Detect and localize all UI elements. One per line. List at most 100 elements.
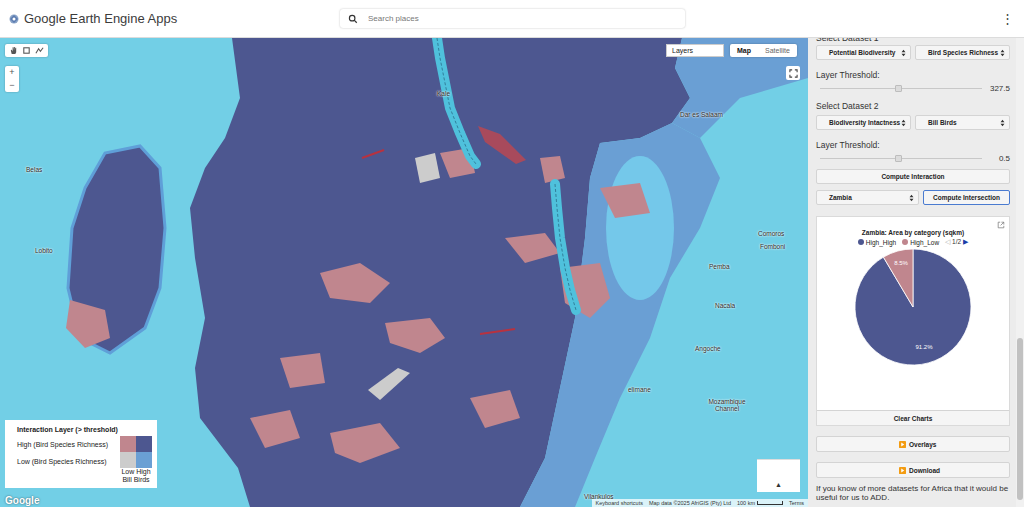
scale-bar — [757, 501, 783, 505]
pager-next-button[interactable]: ▶ — [963, 238, 968, 246]
footer-note: If you know of more datasets for Africa … — [816, 484, 1010, 502]
scrollbar[interactable] — [1016, 38, 1024, 507]
search-box[interactable]: Search places — [340, 9, 685, 28]
threshold-value: 0.5 — [986, 154, 1010, 163]
pager-prev-button[interactable]: ◁ — [945, 238, 950, 246]
chart-legend: High_High High_Low ◁1/2▶ — [858, 238, 968, 246]
legend-axis-caption: Bill Birds — [122, 476, 149, 484]
place-label: Mozambique Channel — [706, 398, 748, 413]
search-placeholder: Search places — [368, 14, 419, 23]
legend-swatch — [120, 436, 136, 452]
dataset-heading: Select Dataset 1 — [816, 38, 1010, 44]
dropdown-arrows-icon — [909, 194, 914, 202]
chart-legend-item: High_Low — [902, 239, 939, 246]
chart-pager: ◁1/2▶ — [945, 238, 968, 246]
threshold-label: Layer Threshold: — [816, 139, 1010, 151]
place-label: Lobito — [35, 247, 53, 254]
brand[interactable]: Google Earth Engine Apps — [8, 11, 340, 26]
dropdown-arrows-icon — [901, 119, 906, 127]
pie-chart: 91.2% 8.5% — [833, 247, 993, 367]
scroll-thumb[interactable] — [1017, 338, 1023, 500]
chart-legend-item: High_High — [858, 239, 896, 246]
layer-select[interactable]: Bird Species Richness — [915, 45, 1010, 60]
place-label: Dar es Salaam — [680, 111, 723, 118]
map-type-button[interactable]: Map — [730, 44, 758, 57]
attribution-bar: Keyboard shortcuts Map data ©2025 AfriGIS… — [592, 499, 808, 507]
collapsible-section[interactable]: Overlays — [816, 436, 1010, 452]
threshold-label: Layer Threshold: — [816, 69, 1010, 81]
pie-slice[interactable] — [855, 249, 971, 365]
threshold-value: 327.5 — [986, 84, 1010, 93]
magnifier-icon — [348, 14, 358, 24]
app-title: Google Earth Engine Apps — [24, 11, 177, 26]
more-menu-button[interactable]: ⋮ — [999, 11, 1016, 26]
shape-icon[interactable] — [22, 46, 31, 55]
layer-select[interactable]: Bill Birds — [915, 115, 1010, 130]
slider-thumb[interactable] — [895, 85, 902, 92]
google-logo: Google — [5, 495, 39, 506]
slider-thumb[interactable] — [895, 155, 902, 162]
map[interactable]: Kale Dar es Salaam Comoros Fomboni Pemba Naca… — [0, 38, 808, 507]
map-type-button[interactable]: Satellite — [758, 44, 797, 57]
hand-icon[interactable] — [9, 46, 18, 55]
chart-title: Zambia: Area by category (sqkm) — [862, 229, 964, 236]
dropdown-arrows-icon — [1000, 49, 1005, 57]
region-select[interactable]: Zambia — [816, 190, 919, 205]
dropdown-arrows-icon — [1000, 119, 1005, 127]
place-label: Nacala — [715, 302, 735, 309]
category-select[interactable]: Potential Biodiversity — [816, 45, 911, 60]
legend-title: Interaction Layer (> threshold) — [17, 426, 152, 433]
expand-arrow-icon — [899, 467, 906, 474]
side-panel: Select Dataset 1Potential Biodiversity Bi… — [808, 38, 1024, 507]
place-label: Angoche — [695, 345, 721, 352]
place-label: elimane — [628, 386, 651, 393]
legend-columns-caption: Low High — [121, 468, 150, 476]
chart-card: Zambia: Area by category (sqkm) High_High… — [816, 216, 1010, 426]
zoom-button[interactable]: + — [5, 66, 19, 79]
threshold-slider[interactable] — [820, 82, 982, 94]
collapsible-section[interactable]: Download — [816, 462, 1010, 478]
drawing-toolbar — [5, 44, 48, 57]
place-label: Belas — [26, 166, 42, 173]
layers-button[interactable]: Layers — [666, 44, 724, 57]
place-label: Comoros — [758, 230, 784, 237]
place-label: Kale — [437, 90, 450, 97]
dataset-heading: Select Dataset 2 — [816, 100, 1010, 112]
compute-intersection-button[interactable]: Compute Intersection — [923, 190, 1010, 205]
attribution-item[interactable]: 100 km — [737, 499, 783, 507]
map-legend: Interaction Layer (> threshold) High (Bir… — [5, 420, 157, 488]
pie-slice-label: 91.2% — [916, 344, 934, 350]
zoom-control: +− — [5, 66, 19, 92]
zoom-button[interactable]: − — [5, 79, 19, 92]
attribution-item[interactable]: Terms — [789, 499, 804, 507]
place-label: Fomboni — [760, 243, 785, 250]
legend-swatch — [120, 452, 136, 468]
fullscreen-button[interactable] — [786, 66, 800, 80]
expand-arrow-icon — [899, 441, 906, 448]
fullscreen-icon — [789, 69, 798, 78]
attribution-item[interactable]: Map data ©2025 AfriGIS (Pty) Ltd — [649, 499, 731, 507]
legend-grid — [120, 436, 152, 468]
earth-engine-logo-icon — [8, 13, 20, 25]
pie-slice-label: 8.5% — [894, 260, 908, 266]
panel-content: Select Dataset 1Potential Biodiversity Bi… — [808, 38, 1016, 507]
line-icon[interactable] — [35, 46, 44, 55]
legend-swatch — [136, 436, 152, 452]
attribution-item[interactable]: Keyboard shortcuts — [596, 499, 643, 507]
expand-button[interactable]: ▲ — [775, 481, 782, 492]
category-select[interactable]: Biodiversity Intactness — [816, 115, 911, 130]
clear-charts-button[interactable]: Clear Charts — [817, 410, 1009, 425]
legend-row-label: High (Bird Species Richness) — [17, 441, 108, 448]
legend-row-label: Low (Bird Species Richness) — [17, 458, 108, 465]
compute-interaction-button[interactable]: Compute Interaction — [816, 169, 1010, 184]
open-external-icon[interactable] — [997, 221, 1005, 229]
dropdown-arrows-icon — [901, 49, 906, 57]
pie-slice[interactable] — [883, 249, 913, 307]
app: Google Earth Engine Apps Search places ⋮ Ka… — [0, 0, 1024, 507]
corner-panel: ▲ — [757, 459, 800, 492]
legend-swatch — [136, 452, 152, 468]
place-label: Pemba — [709, 263, 730, 270]
threshold-slider[interactable] — [820, 152, 982, 164]
map-type-toggle: MapSatellite — [730, 44, 797, 57]
top-bar: Google Earth Engine Apps Search places ⋮ — [0, 0, 1024, 38]
